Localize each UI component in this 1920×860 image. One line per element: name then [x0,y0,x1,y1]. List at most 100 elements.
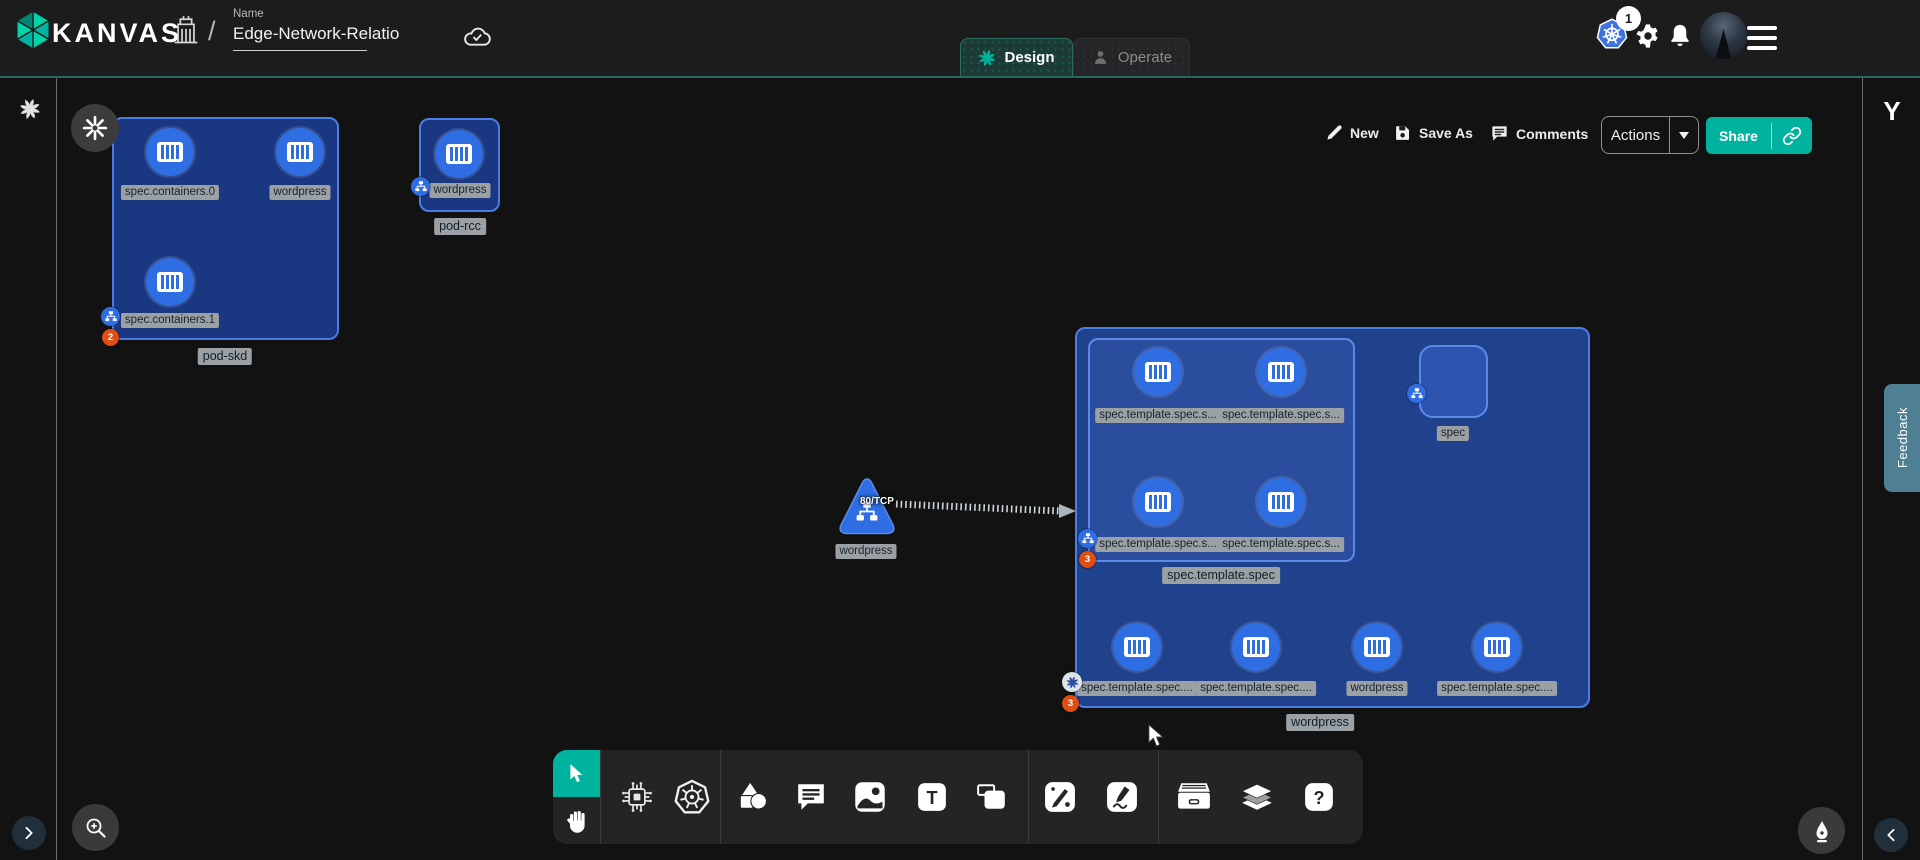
group-relationship-badge[interactable] [1078,529,1097,548]
comment-icon [1490,124,1509,143]
node-wordpress-container[interactable] [1353,623,1401,671]
note-icon [976,781,1008,813]
select-tool-active[interactable] [553,750,600,797]
design-name-input[interactable]: Edge-Network-Relatio [233,24,367,51]
layer5-y-logo[interactable]: Y [1878,96,1906,127]
tab-design-label: Design [1004,49,1054,66]
drawer-tool[interactable] [1174,777,1214,817]
annotation-pen-button[interactable] [1798,807,1845,854]
group-label: spec.template.spec [1162,567,1280,584]
edge-draw-tool[interactable] [1040,777,1080,817]
node-wordpress-service[interactable] [836,474,898,544]
node-wordpress-container[interactable] [435,130,483,178]
design-history-pinwheel-icon[interactable] [19,98,41,120]
brand-wordmark: KANVAS [52,18,182,49]
save-as-button-label: Save As [1419,125,1473,141]
kubernetes-tool[interactable] [672,777,712,817]
node-template-container[interactable] [1232,623,1280,671]
tab-design[interactable]: Design [960,38,1073,76]
group-count-badge[interactable]: 2 [102,329,119,346]
notifications-bell-icon[interactable] [1666,21,1694,51]
image-icon [853,780,887,814]
shapes-icon [736,780,770,814]
edge-service-to-deployment[interactable] [890,495,1082,521]
node-spec-containers-0[interactable] [146,128,194,176]
group-count-badge[interactable]: 3 [1079,551,1096,568]
edge-port-label: 80/TCP [860,496,894,507]
component-chip-tool[interactable] [617,777,657,817]
share-button-label: Share [1706,128,1771,144]
feedback-tab[interactable]: Feedback [1884,384,1920,492]
tab-operate[interactable]: Operate [1073,38,1190,76]
node-template-container[interactable] [1134,348,1182,396]
new-button[interactable]: New [1326,124,1379,141]
node-spec[interactable] [1419,345,1488,418]
kanvas-logo-icon[interactable] [14,9,52,51]
collapse-right-panel-button[interactable] [1874,818,1908,852]
node-label: spec.template.spec.s... [1218,537,1344,552]
group-label: pod-skd [198,348,252,365]
node-template-container[interactable] [1113,623,1161,671]
pan-tool[interactable] [553,797,600,844]
freehand-draw-tool[interactable] [1102,777,1142,817]
cursor-arrow-icon [567,763,587,785]
kubernetes-context-count-badge[interactable]: 1 [1616,6,1641,31]
user-avatar[interactable] [1700,12,1747,59]
copy-link-button[interactable] [1772,126,1812,146]
group-relationship-badge[interactable] [411,177,430,196]
zoom-button[interactable] [72,804,119,851]
node-template-container[interactable] [1257,478,1305,526]
layout-snowflake-button[interactable] [71,104,119,152]
node-spec-containers-1[interactable] [146,258,194,306]
layers-icon [1239,782,1275,812]
design-name-field[interactable]: Name Edge-Network-Relatio [233,8,367,51]
node-template-container[interactable] [1473,623,1521,671]
toolbar-divider [1158,750,1159,844]
node-label: spec.template.spec.s... [1095,408,1221,423]
node-wordpress-container[interactable] [276,128,324,176]
menu-hamburger-icon[interactable] [1747,26,1777,50]
pencil-icon [1326,124,1343,141]
sitemap-icon [1411,388,1423,399]
expand-left-panel-button[interactable] [12,816,46,850]
chevron-right-icon [23,826,35,840]
save-as-button[interactable]: Save As [1394,124,1473,142]
node-relationship-badge[interactable] [1407,384,1426,403]
node-template-container[interactable] [1134,478,1182,526]
node-label: wordpress [429,183,490,198]
group-relationship-badge[interactable] [101,307,120,326]
actions-button-label: Actions [1602,127,1669,144]
layers-tool[interactable] [1237,777,1277,817]
actions-dropdown-button[interactable]: Actions [1601,116,1699,154]
group-count-badge[interactable]: 3 [1062,695,1079,712]
svg-text:?: ? [1313,788,1324,808]
node-label: spec.template.spec.... [1196,681,1316,696]
chevron-down-icon[interactable] [1679,132,1689,139]
node-label: spec.containers.1 [121,313,219,328]
sitemap-icon [1082,533,1094,544]
image-tool[interactable] [850,777,890,817]
help-tool[interactable]: ? [1299,777,1339,817]
comments-button-label: Comments [1516,126,1588,142]
hand-icon [565,808,589,834]
left-sidebar [0,78,57,860]
node-label: wordpress [835,544,896,559]
share-button[interactable]: Share [1706,117,1812,154]
comment-tool[interactable] [791,777,831,817]
comments-button[interactable]: Comments [1490,124,1588,143]
text-tool[interactable]: T [912,777,952,817]
note-tool[interactable] [972,777,1012,817]
tab-operate-label: Operate [1118,49,1172,66]
node-label: spec [1437,426,1469,441]
floppy-save-icon [1394,124,1412,142]
feedback-label: Feedback [1895,407,1910,468]
sitemap-icon [105,311,117,322]
node-label: spec.template.spec.... [1437,681,1557,696]
shapes-tool[interactable] [733,777,773,817]
group-design-badge[interactable] [1062,672,1082,692]
design-pinwheel-icon [1066,676,1079,689]
organization-icon[interactable] [172,13,200,47]
node-template-container[interactable] [1257,348,1305,396]
group-spec-template-spec[interactable] [1088,338,1355,562]
group-label: wordpress [1286,714,1354,731]
